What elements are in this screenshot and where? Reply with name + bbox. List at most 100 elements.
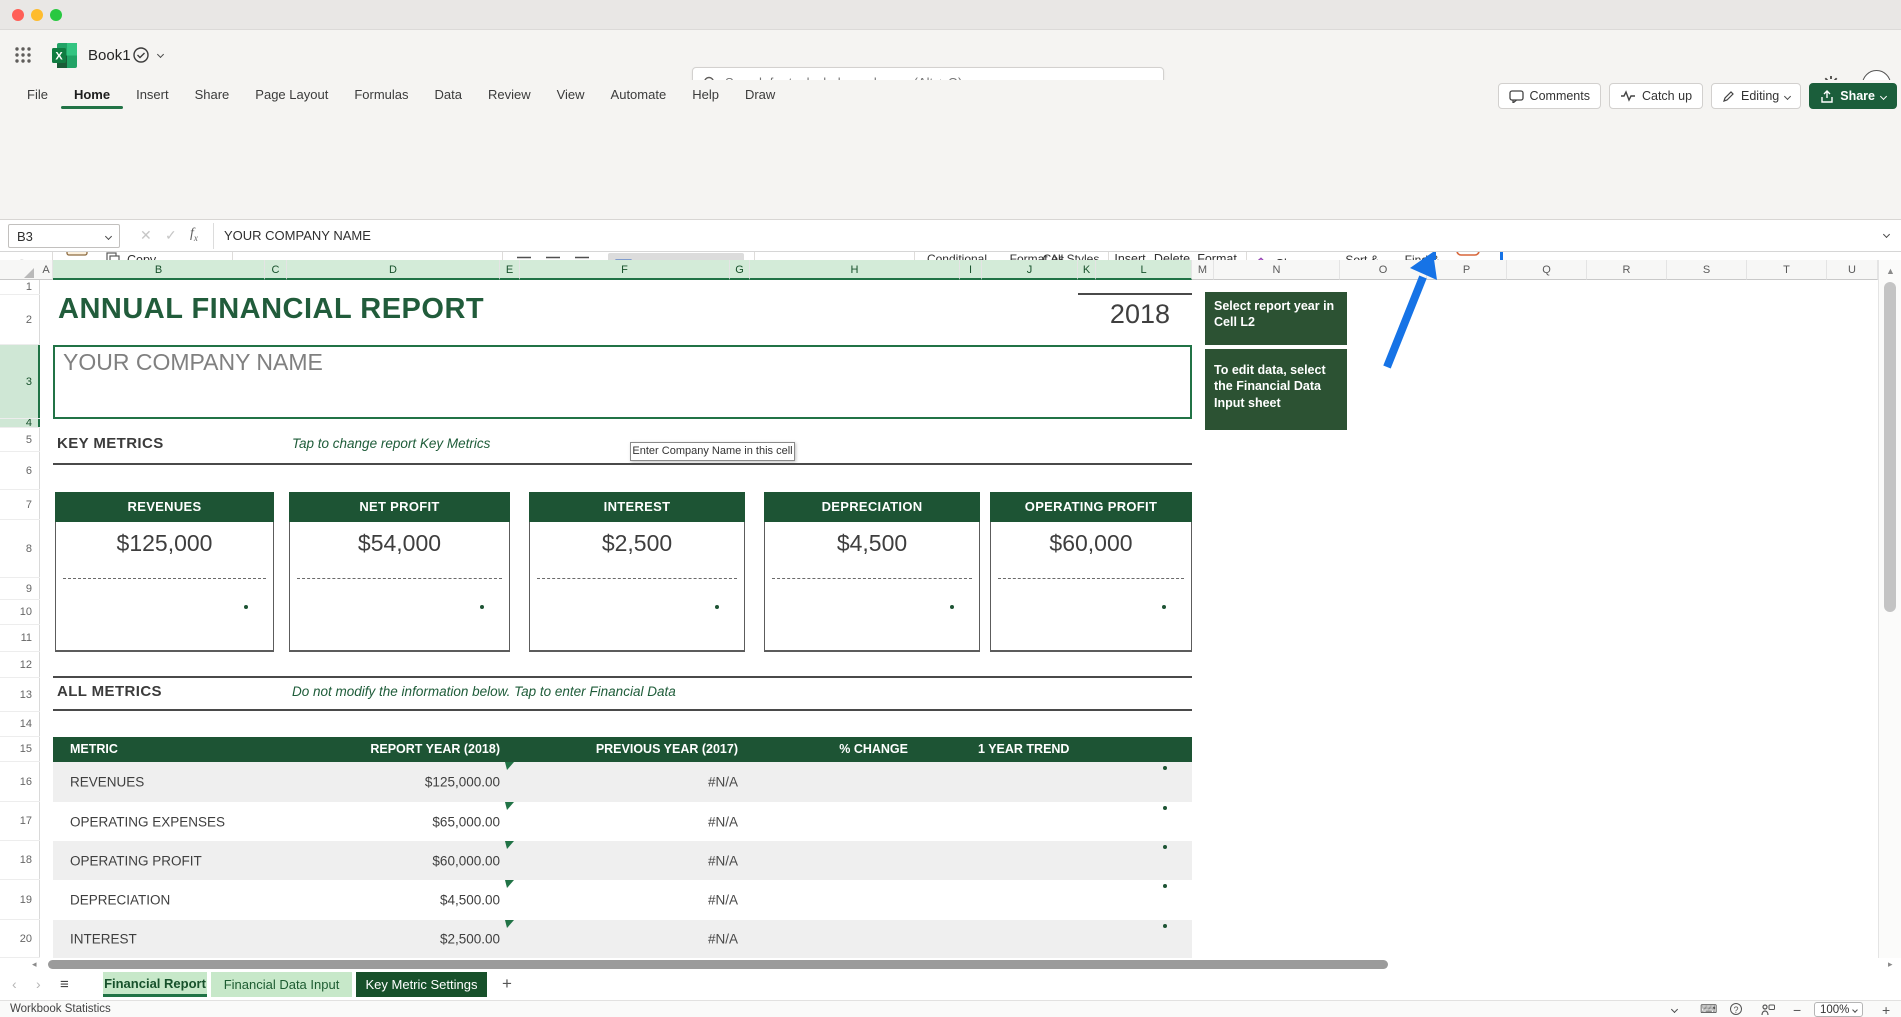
column-header-G[interactable]: G [730, 260, 750, 280]
menu-data[interactable]: Data [422, 81, 475, 111]
column-header-A[interactable]: A [40, 260, 53, 280]
table-row[interactable]: OPERATING EXPENSES $65,000.00 #N/A [53, 802, 1192, 841]
metric-card-header[interactable]: REVENUES [55, 492, 274, 522]
menu-share[interactable]: Share [182, 81, 243, 111]
menu-draw[interactable]: Draw [732, 81, 788, 111]
column-header-K[interactable]: K [1078, 260, 1096, 280]
horizontal-scroll-thumb[interactable] [48, 960, 1388, 969]
row-header-10[interactable]: 10 [0, 600, 40, 625]
row-header-20[interactable]: 20 [0, 920, 40, 958]
row-header-7[interactable]: 7 [0, 490, 40, 520]
zoom-out-icon[interactable]: − [1793, 1002, 1801, 1017]
column-header-D[interactable]: D [287, 260, 500, 280]
column-header-R[interactable]: R [1587, 260, 1667, 280]
company-name-cell[interactable]: YOUR COMPANY NAME [53, 345, 1192, 419]
editing-mode-button[interactable]: Editing [1711, 83, 1801, 109]
metric-card-header[interactable]: OPERATING PROFIT [990, 492, 1192, 522]
row-header-8[interactable]: 8 [0, 520, 40, 578]
menu-review[interactable]: Review [475, 81, 544, 111]
prev-sheet-icon[interactable]: ‹ [12, 976, 17, 992]
workbook-statistics[interactable]: Workbook Statistics [10, 1003, 111, 1015]
table-row[interactable]: DEPRECIATION $4,500.00 #N/A [53, 880, 1192, 920]
column-header-T[interactable]: T [1747, 260, 1827, 280]
expand-formula-bar-icon[interactable] [1883, 231, 1890, 238]
zoom-window-button[interactable] [50, 9, 62, 21]
metric-card-body[interactable]: $54,000 [289, 522, 510, 652]
row-header-17[interactable]: 17 [0, 802, 40, 841]
metric-card-header[interactable]: INTEREST [529, 492, 745, 522]
select-all-corner[interactable] [24, 268, 34, 278]
keyboard-icon[interactable]: ⌨ [1700, 1002, 1717, 1016]
metric-card-body[interactable]: $2,500 [529, 522, 745, 652]
formula-content[interactable]: YOUR COMPANY NAME [224, 228, 371, 243]
share-button[interactable]: Share [1809, 83, 1897, 109]
menu-home[interactable]: Home [61, 81, 123, 111]
menu-automate[interactable]: Automate [598, 81, 680, 111]
horizontal-scrollbar[interactable]: ◂ ▸ [0, 958, 1901, 972]
table-row[interactable]: OPERATING PROFIT $60,000.00 #N/A [53, 841, 1192, 880]
row-header-13[interactable]: 13 [0, 678, 40, 712]
report-title[interactable]: ANNUAL FINANCIAL REPORT [58, 293, 484, 326]
row-header-14[interactable]: 14 [0, 712, 40, 737]
row-header-5[interactable]: 5 [0, 428, 40, 452]
name-box[interactable]: B3 [8, 224, 120, 248]
column-header-U[interactable]: U [1827, 260, 1878, 280]
row-header-2[interactable]: 2 [0, 295, 40, 345]
document-menu-chevron-icon[interactable] [157, 51, 164, 58]
all-metrics-heading[interactable]: ALL METRICS [57, 683, 162, 700]
column-header-C[interactable]: C [265, 260, 287, 280]
column-header-J[interactable]: J [982, 260, 1078, 280]
column-header-P[interactable]: P [1427, 260, 1507, 280]
row-header-4[interactable]: 4 [0, 419, 40, 428]
sheet-tab-key-metric-settings[interactable]: Key Metric Settings [356, 972, 487, 997]
document-title[interactable]: Book1 [88, 47, 131, 64]
menu-help[interactable]: Help [679, 81, 732, 111]
column-header-M[interactable]: M [1192, 260, 1214, 280]
row-header-11[interactable]: 11 [0, 625, 40, 652]
scroll-right-icon[interactable]: ▸ [1888, 959, 1893, 970]
vertical-scroll-thumb[interactable] [1884, 282, 1896, 612]
all-metrics-hint[interactable]: Do not modify the information below. Tap… [292, 684, 676, 699]
row-header-15[interactable]: 15 [0, 737, 40, 762]
row-header-12[interactable]: 12 [0, 652, 40, 678]
menu-insert[interactable]: Insert [123, 81, 182, 111]
key-metrics-heading[interactable]: KEY METRICS [57, 435, 164, 452]
key-metrics-hint[interactable]: Tap to change report Key Metrics [292, 436, 490, 451]
column-header-Q[interactable]: Q [1507, 260, 1587, 280]
status-options-chevron-icon[interactable] [1671, 1006, 1678, 1013]
table-row[interactable]: REVENUES $125,000.00 #N/A [53, 762, 1192, 802]
menu-page-layout[interactable]: Page Layout [242, 81, 341, 111]
metric-card-body[interactable]: $4,500 [764, 522, 980, 652]
insert-function-icon[interactable]: fx [190, 226, 198, 243]
cancel-entry-icon[interactable]: ✕ [140, 227, 152, 244]
next-sheet-icon[interactable]: › [36, 976, 41, 992]
sheet-tab-financial-report[interactable]: Financial Report [103, 972, 207, 997]
zoom-level-select[interactable]: 100% [1814, 1002, 1863, 1017]
row-header-3[interactable]: 3 [0, 345, 40, 419]
vertical-scrollbar[interactable]: ▲ [1878, 260, 1901, 958]
scroll-left-icon[interactable]: ◂ [32, 959, 37, 970]
metric-card-header[interactable]: NET PROFIT [289, 492, 510, 522]
help-icon[interactable]: ? [1730, 1003, 1742, 1015]
scroll-up-icon[interactable]: ▲ [1886, 266, 1895, 276]
menu-formulas[interactable]: Formulas [341, 81, 421, 111]
metric-card-body[interactable]: $125,000 [55, 522, 274, 652]
column-header-O[interactable]: O [1340, 260, 1427, 280]
catch-up-button[interactable]: Catch up [1609, 83, 1703, 109]
minimize-window-button[interactable] [31, 9, 43, 21]
app-launcher-icon[interactable] [14, 46, 32, 64]
metric-card-header[interactable]: DEPRECIATION [764, 492, 980, 522]
row-header-16[interactable]: 16 [0, 762, 40, 802]
menu-file[interactable]: File [14, 81, 61, 111]
row-header-19[interactable]: 19 [0, 880, 40, 920]
column-header-E[interactable]: E [500, 260, 520, 280]
close-window-button[interactable] [12, 9, 24, 21]
column-header-I[interactable]: I [960, 260, 982, 280]
saved-status-icon[interactable] [133, 47, 150, 63]
accessibility-icon[interactable] [1760, 1004, 1775, 1016]
column-header-F[interactable]: F [520, 260, 730, 280]
row-header-6[interactable]: 6 [0, 452, 40, 490]
confirm-entry-icon[interactable]: ✓ [165, 227, 177, 244]
add-sheet-icon[interactable]: + [502, 974, 512, 994]
menu-view[interactable]: View [544, 81, 598, 111]
